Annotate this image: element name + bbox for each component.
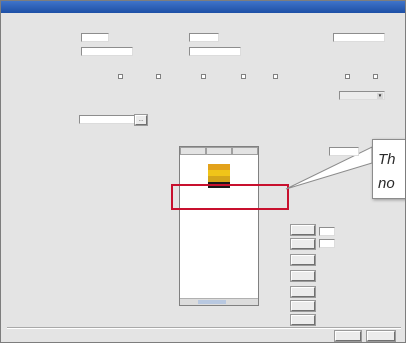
callout-pointer [285, 146, 373, 190]
row2-browse-button[interactable]: … [135, 115, 147, 125]
callout-text: Th no [378, 151, 396, 192]
colour-code-field[interactable] [189, 33, 219, 42]
quantity-field-1[interactable] [319, 227, 335, 236]
column-header-colour[interactable] [206, 147, 232, 155]
option-checkbox-1[interactable] [118, 74, 123, 79]
colour-name-field[interactable] [189, 47, 241, 56]
chevron-down-icon: ▼ [377, 93, 383, 99]
row2-field[interactable] [79, 115, 135, 124]
brand-field[interactable] [81, 33, 109, 42]
action-button-3[interactable] [291, 255, 315, 265]
scrollbar-thumb[interactable] [198, 300, 226, 304]
action-button-7[interactable] [291, 315, 315, 325]
ok-button[interactable] [335, 331, 361, 341]
action-button-1[interactable] [291, 225, 315, 235]
formula-list[interactable] [179, 146, 259, 306]
cancel-button[interactable] [367, 331, 395, 341]
option-checkbox-6[interactable] [345, 74, 350, 79]
option-checkbox-7[interactable] [373, 74, 378, 79]
quantity-field-2[interactable] [319, 239, 335, 248]
option-checkbox-5[interactable] [273, 74, 278, 79]
title-bar [1, 1, 405, 13]
action-button-6[interactable] [291, 301, 315, 311]
color-formula-window: … ▼ Th no [0, 0, 406, 343]
option-checkbox-4[interactable] [241, 74, 246, 79]
row1-value [61, 91, 79, 100]
action-button-5[interactable] [291, 287, 315, 297]
option-checkbox-3[interactable] [201, 74, 206, 79]
action-button-4[interactable] [291, 271, 315, 281]
footer-divider [7, 327, 401, 329]
column-header-code[interactable] [180, 147, 206, 155]
option-checkbox-2[interactable] [156, 74, 161, 79]
right-field-1[interactable] [329, 147, 359, 156]
right-field[interactable] [333, 33, 385, 42]
region-field[interactable] [81, 47, 133, 56]
right-dropdown[interactable]: ▼ [339, 91, 385, 100]
column-header-weight[interactable] [232, 147, 258, 155]
callout-box: Th no [372, 139, 405, 199]
horizontal-scrollbar[interactable] [180, 298, 258, 305]
action-button-2[interactable] [291, 239, 315, 249]
